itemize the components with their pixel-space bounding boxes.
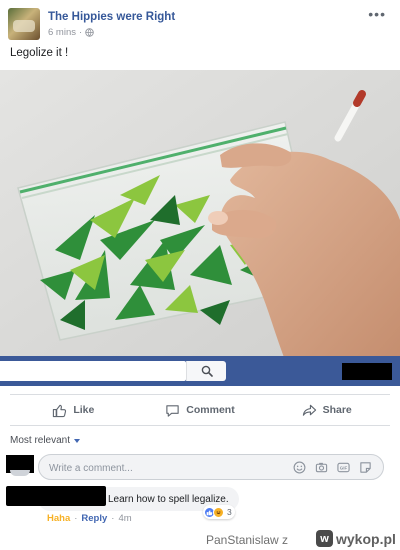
share-icon xyxy=(302,404,316,416)
comment-label: Comment xyxy=(186,404,235,416)
like-label: Like xyxy=(73,404,95,416)
top-nav-bar xyxy=(0,356,400,386)
search-input[interactable] xyxy=(0,361,186,381)
comment-actions: Haha · Reply · 4m xyxy=(47,513,132,524)
search-button[interactable] xyxy=(186,361,226,381)
separator-dot: · xyxy=(111,513,115,524)
share-button[interactable]: Share xyxy=(263,395,390,425)
svg-text:GIF: GIF xyxy=(340,466,348,471)
post-meta: 6 mins · xyxy=(48,27,94,38)
comment-composer: GIF xyxy=(38,454,384,480)
gif-icon[interactable]: GIF xyxy=(336,460,351,475)
comment-sort-dropdown[interactable]: Most relevant xyxy=(10,435,81,446)
wykop-badge-icon: w xyxy=(316,530,333,547)
search-icon xyxy=(201,365,213,377)
share-label: Share xyxy=(322,404,352,416)
page-avatar[interactable] xyxy=(8,8,40,40)
like-button[interactable]: Like xyxy=(10,395,137,425)
comment-button[interactable]: Comment xyxy=(137,395,264,425)
wykop-site-label: wykop.pl xyxy=(336,530,396,547)
post-text: Legolize it ! xyxy=(10,47,69,59)
post-photo[interactable] xyxy=(0,70,400,360)
wykop-logo: w wykop.pl xyxy=(316,530,396,547)
page-name-link[interactable]: The Hippies were Right xyxy=(48,11,175,23)
post-action-row: Like Comment Share xyxy=(10,395,390,425)
comment-sort-label: Most relevant xyxy=(10,435,71,446)
photo-illustration xyxy=(0,70,400,360)
more-options-button[interactable]: ••• xyxy=(368,6,386,22)
watermark-user: PanStanislaw z xyxy=(206,533,289,547)
thumbs-up-icon xyxy=(53,404,67,417)
separator-dot: · xyxy=(74,513,78,524)
sticker-icon[interactable] xyxy=(358,460,373,475)
my-avatar xyxy=(10,470,30,476)
post-timestamp[interactable]: 6 mins xyxy=(48,27,76,38)
redacted-profile-block xyxy=(342,363,392,380)
post-header: The Hippies were Right 6 mins · ••• xyxy=(0,0,400,42)
comment-reply-link[interactable]: Reply xyxy=(81,513,107,524)
comment-reaction-count[interactable]: 3 xyxy=(203,505,235,519)
comment-react-link[interactable]: Haha xyxy=(47,513,70,524)
emoji-icon[interactable] xyxy=(292,460,307,475)
comment-icon xyxy=(166,404,179,417)
redacted-commenter-name xyxy=(6,486,106,506)
reaction-count-value: 3 xyxy=(227,507,232,517)
divider-bottom xyxy=(10,425,390,426)
meta-separator: · xyxy=(78,27,83,38)
camera-icon[interactable] xyxy=(314,460,329,475)
comment-text: Learn how to spell legalize. xyxy=(108,493,229,505)
caret-down-icon xyxy=(74,438,81,443)
globe-icon xyxy=(85,28,94,37)
comment-input[interactable] xyxy=(49,461,279,475)
composer-icons: GIF xyxy=(292,460,373,475)
comment-time[interactable]: 4m xyxy=(118,513,131,524)
haha-reaction-icon xyxy=(213,506,224,518)
